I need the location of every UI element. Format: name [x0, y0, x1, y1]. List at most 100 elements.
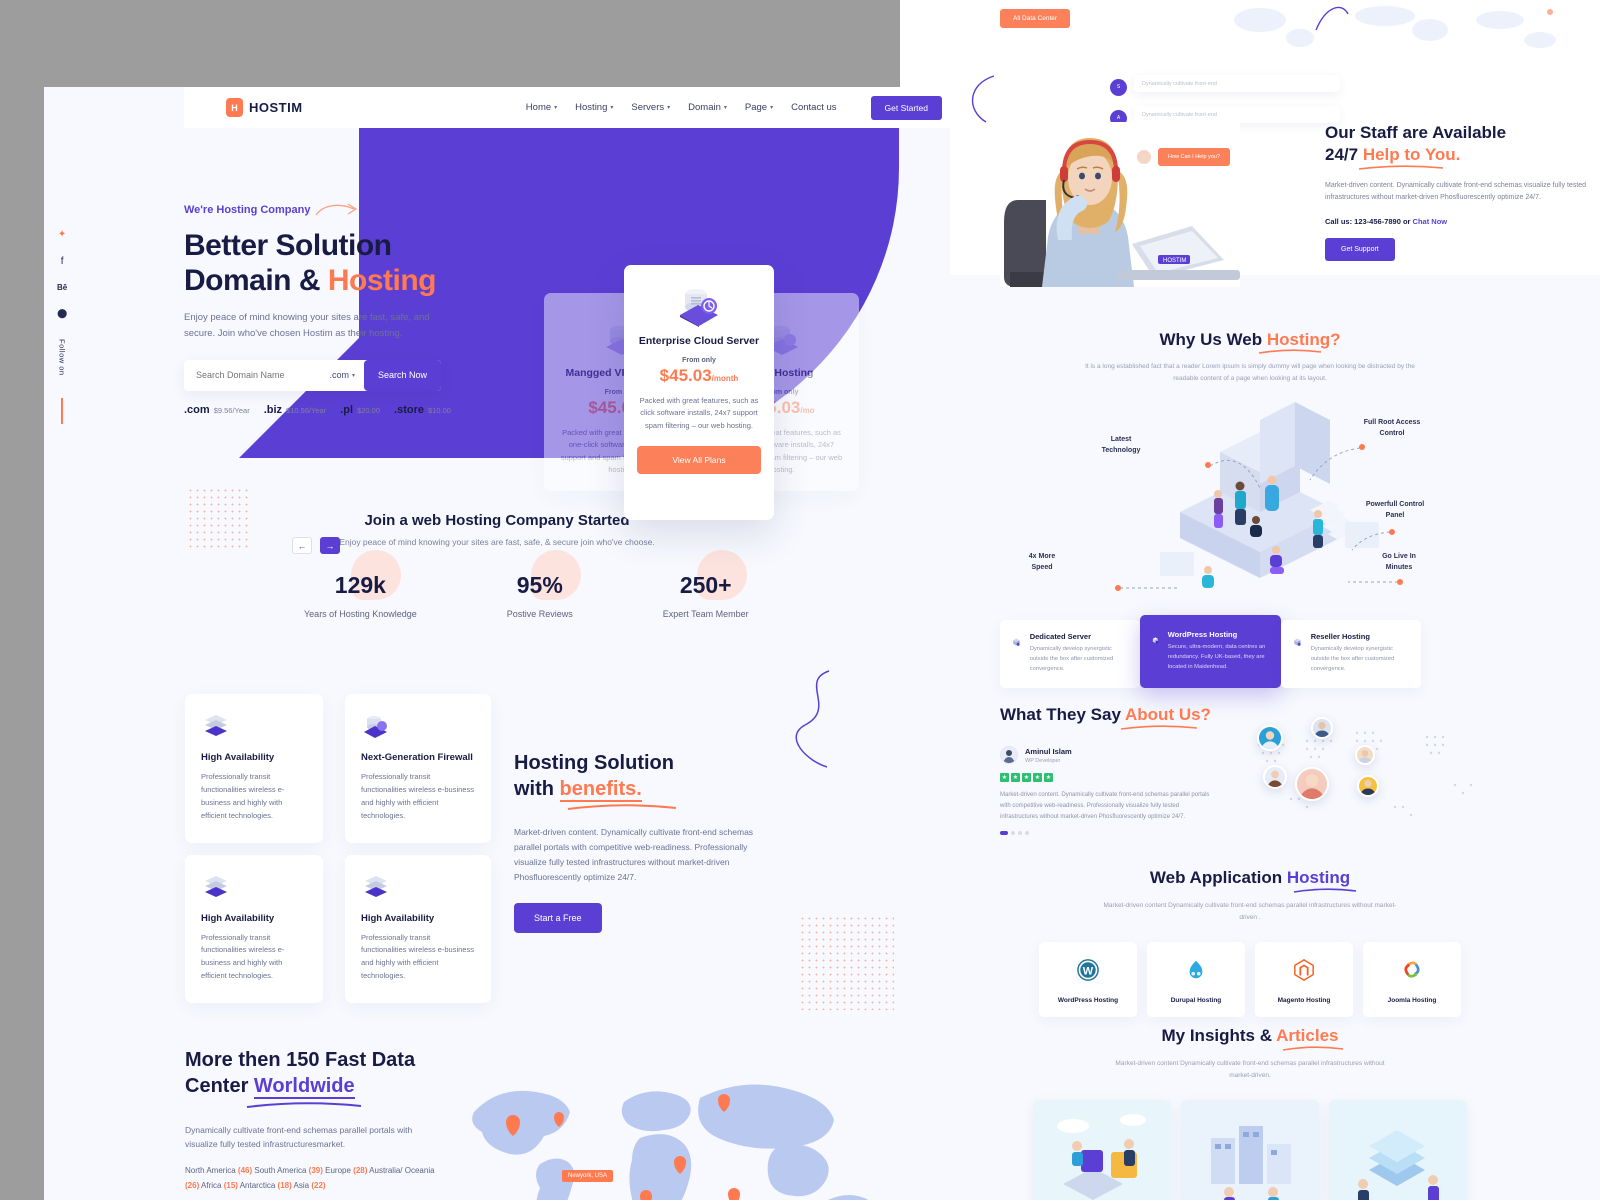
nav-item-home[interactable]: Home ▾ — [526, 102, 557, 113]
pricing-card-enterprise[interactable]: Enterprise Cloud Server From only $45.03… — [624, 265, 774, 520]
hosting-card-wordpress[interactable]: WordPress Hosting Secure, ultra-modern, … — [1140, 615, 1281, 688]
tld-price: $10.56/Year — [286, 405, 327, 415]
feature-card[interactable]: Next-Generation Firewall Professionally … — [345, 694, 491, 843]
support-title-accent: Help to You. — [1362, 144, 1461, 164]
logo-icon: H — [226, 98, 243, 117]
tld-price-item: .com $9.56/Year — [184, 404, 250, 416]
blog-card[interactable] — [1329, 1100, 1467, 1200]
nav-item-domain[interactable]: Domain ▾ — [688, 102, 727, 113]
nav-item-servers[interactable]: Servers ▾ — [631, 102, 670, 113]
pagination-dot[interactable] — [1018, 831, 1022, 836]
benefits-title-line1: Hosting Solution — [514, 752, 674, 774]
hosting-card-reseller[interactable]: Reseller Hosting Dynamically develop syn… — [1281, 620, 1421, 688]
hosting-card-desc: Dynamically develop synergistic outside … — [1310, 646, 1395, 672]
view-all-plans-button[interactable]: View All Plans — [637, 446, 761, 475]
app-card-joomla[interactable]: Joomla Hosting — [1363, 942, 1461, 1018]
why-label-more-speed: 4x More Speed — [1028, 553, 1056, 571]
insights-description: Market-driven content Dynamically cultiv… — [1115, 1060, 1385, 1080]
why-us-section: Why Us Web Hosting? It is a long establi… — [1000, 330, 1500, 591]
carousel-next-button[interactable]: → — [320, 537, 340, 554]
nav-item-page[interactable]: Page ▾ — [745, 102, 773, 113]
star-icon: ★ — [1011, 773, 1020, 782]
search-now-button[interactable]: Search Now — [363, 359, 441, 391]
layers-icon — [205, 875, 227, 897]
stat-item: 250+ Expert Team Member — [663, 550, 749, 619]
avatar — [1000, 746, 1018, 764]
chat-bubble-text: Dynamically cultivate front-end — [1134, 106, 1340, 123]
price-period: /mo — [800, 406, 815, 415]
card-icon-wrap — [361, 873, 475, 907]
chat-bubble-text: Dynamically cultivate front-end — [1134, 75, 1340, 92]
webapp-title: Web Application Hosting — [1000, 868, 1500, 888]
support-title: Our Staff are Available 24/7 Help to You… — [1325, 122, 1590, 170]
hosting-card-dedicated[interactable]: Dedicated Server Dynamically develop syn… — [1000, 620, 1140, 688]
map-pin-label: Newyork, USA — [562, 1170, 614, 1182]
get-started-button[interactable]: Get Started — [870, 95, 942, 120]
app-card-wordpress[interactable]: W WordPress Hosting — [1039, 942, 1137, 1018]
avatar-face — [1357, 775, 1379, 797]
stat-label: Postive Reviews — [506, 609, 573, 619]
hero-eyebrow: We're Hosting Company — [184, 204, 311, 216]
domain-search-bar: .com ▾ Search Now — [184, 359, 441, 391]
start-a-free-button[interactable]: Start a Free — [514, 902, 602, 933]
price-value: $45.03 — [659, 366, 712, 385]
benefits-section: Hosting Solution with benefits. Market-d… — [514, 750, 754, 933]
chat-now-link[interactable]: Chat Now — [1413, 217, 1448, 226]
benefits-title: Hosting Solution with benefits. — [514, 750, 754, 811]
squiggle-decoration-3 — [795, 670, 830, 768]
magento-icon — [1294, 959, 1314, 981]
app-card-drupal[interactable]: Durupal Hosting — [1147, 942, 1245, 1018]
why-us-title-accent: Hosting? — [1266, 330, 1341, 349]
page-title: Better Solution Domain & Hosting — [184, 228, 454, 298]
hero-section: We're Hosting Company Better Solution Do… — [184, 202, 454, 416]
layers-icon — [365, 875, 387, 897]
country-count: (39) — [308, 1166, 323, 1175]
pagination-dot[interactable] — [1000, 831, 1008, 836]
how-can-i-help-button[interactable]: How Can I Help you? — [1158, 148, 1230, 166]
blog-card[interactable] — [1033, 1100, 1171, 1200]
avatar-face — [1263, 765, 1287, 789]
tld-price-item: .biz $10.56/Year — [264, 404, 327, 416]
blog-card[interactable] — [1181, 1100, 1319, 1200]
wordpress-icon: W — [1077, 959, 1099, 981]
insights-title: My Insights & Articles — [1000, 1026, 1500, 1046]
carousel-prev-button[interactable]: ← — [292, 537, 312, 554]
dribbble-icon[interactable]: ⬤ — [57, 309, 67, 318]
brand-logo[interactable]: H HOSTIM — [226, 98, 303, 117]
stats-title: Join a web Hosting Company Started — [364, 512, 630, 529]
tld-select[interactable]: .com ▾ — [329, 360, 364, 391]
social-rail: ✦ f Bē ⬤ Follow on — [57, 230, 67, 424]
feature-card[interactable]: High Availability Professionally transit… — [345, 854, 491, 1004]
nav-item-contact[interactable]: Contact us — [791, 102, 836, 113]
mockup-panel-left: We're Hosting Company Better Solution Do… — [44, 87, 950, 1200]
app-card-name: WordPress Hosting — [1057, 997, 1119, 1005]
nav-item-hosting[interactable]: Hosting ▾ — [575, 102, 613, 113]
star-icon: ★ — [1033, 773, 1042, 782]
worldwide-section: More then 150 Fast Data Center Worldwide… — [185, 1047, 435, 1194]
pagination-dot[interactable] — [1025, 831, 1029, 836]
app-card-magento[interactable]: Magento Hosting — [1255, 942, 1353, 1018]
country-count: (26) — [185, 1180, 200, 1190]
feature-card[interactable]: High Availability Professionally transit… — [185, 854, 323, 1004]
hero-title-line1: Better Solution — [184, 229, 392, 262]
search-input[interactable] — [184, 359, 330, 391]
webapp-description: Market-driven content Dynamically cultiv… — [1103, 902, 1397, 922]
country-count: (18) — [277, 1180, 292, 1190]
twitter-icon[interactable]: ✦ — [58, 230, 66, 240]
pagination-dot[interactable] — [1011, 831, 1015, 836]
web-application-section: Web Application Hosting Market-driven co… — [1000, 868, 1500, 1018]
all-data-center-badge[interactable]: All Data Center — [1000, 9, 1071, 28]
underline-swoosh — [1282, 1046, 1344, 1051]
pricing-card-from: From only — [682, 357, 716, 364]
server-shield-icon — [364, 716, 387, 738]
support-title-line2: 24/7 — [1325, 144, 1363, 164]
get-support-button[interactable]: Get Support — [1325, 237, 1395, 261]
tld-price-list: .com $9.56/Year .biz $10.56/Year .pl $20… — [184, 404, 454, 416]
pricing-card-price: $45.03/month — [637, 366, 761, 386]
feature-card[interactable]: High Availability Professionally transit… — [185, 694, 323, 843]
drupal-icon — [1189, 960, 1203, 979]
tld-name: .biz — [263, 403, 283, 416]
facebook-icon[interactable]: f — [61, 257, 64, 267]
follow-on-label: Follow on — [57, 339, 67, 376]
behance-icon[interactable]: Bē — [57, 284, 67, 292]
